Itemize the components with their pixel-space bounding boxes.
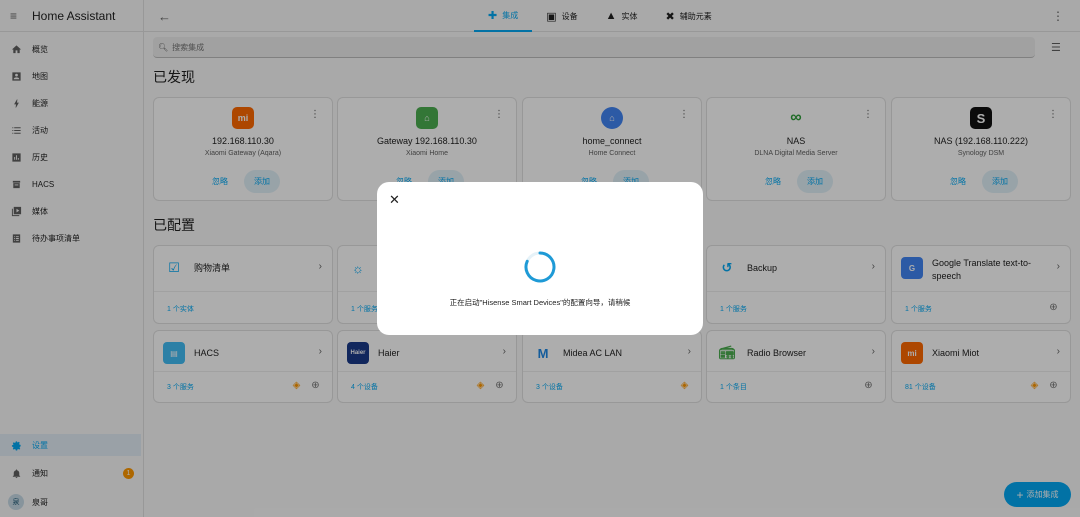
close-icon[interactable]: ✕ [389, 192, 400, 208]
dialog-message: 正在启动"Hisense Smart Devices"的配置向导，请稍候 [449, 298, 631, 307]
config-flow-dialog: ✕ 正在启动"Hisense Smart Devices"的配置向导，请稍候 [377, 182, 703, 335]
loading-spinner [524, 251, 556, 283]
